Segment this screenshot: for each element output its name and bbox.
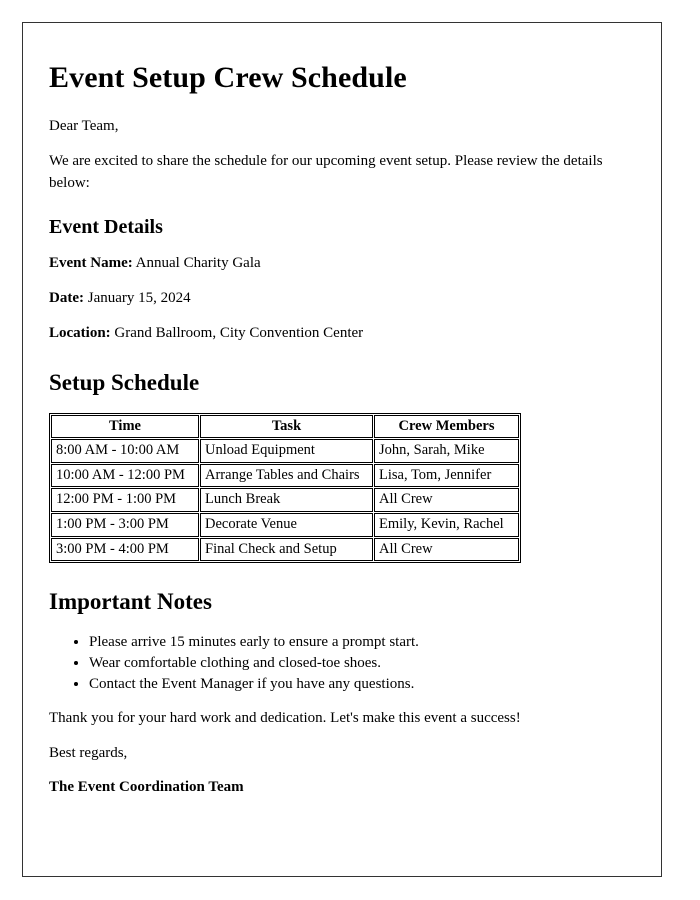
section-heading-setup-schedule: Setup Schedule [49, 370, 200, 396]
detail-label: Date: [49, 290, 84, 307]
detail-date: Date: January 15, 2024 [49, 288, 635, 309]
column-header-task: Task [200, 414, 373, 439]
cell-task: Decorate Venue [200, 512, 373, 537]
cell-crew: All Crew [374, 488, 519, 512]
column-header-crew-members: Crew Members [374, 414, 519, 439]
table-header-row: Time Task Crew Members [51, 414, 519, 439]
cell-task: Final Check and Setup [200, 537, 373, 562]
detail-event-name: Event Name: Annual Charity Gala [49, 253, 635, 274]
table-row: 8:00 AM - 10:00 AM Unload Equipment John… [51, 439, 519, 463]
document-page: Event Setup Crew Schedule Dear Team, We … [22, 22, 662, 877]
detail-value: Annual Charity Gala [135, 255, 261, 272]
important-notes-list: Please arrive 15 minutes early to ensure… [49, 632, 635, 696]
document-content: Event Setup Crew Schedule Dear Team, We … [23, 23, 661, 796]
cell-crew: John, Sarah, Mike [374, 439, 519, 463]
cell-crew: Emily, Kevin, Rachel [374, 512, 519, 537]
table-row: 1:00 PM - 3:00 PM Decorate Venue Emily, … [51, 512, 519, 537]
cell-time: 1:00 PM - 3:00 PM [51, 512, 199, 537]
list-item: Contact the Event Manager if you have an… [89, 674, 635, 695]
table-row: 12:00 PM - 1:00 PM Lunch Break All Crew [51, 488, 519, 512]
section-heading-important-notes: Important Notes [49, 589, 212, 615]
table-head: Time Task Crew Members [51, 414, 519, 439]
schedule-table: Time Task Crew Members 8:00 AM - 10:00 A… [49, 412, 521, 564]
cell-task: Unload Equipment [200, 439, 373, 463]
table-row: 10:00 AM - 12:00 PM Arrange Tables and C… [51, 463, 519, 488]
closing-thanks: Thank you for your hard work and dedicat… [49, 710, 521, 727]
cell-time: 3:00 PM - 4:00 PM [51, 537, 199, 562]
cell-time: 12:00 PM - 1:00 PM [51, 488, 199, 512]
cell-task: Lunch Break [200, 488, 373, 512]
cell-crew: All Crew [374, 537, 519, 562]
detail-label: Event Name: [49, 255, 133, 272]
section-heading-event-details: Event Details [49, 216, 163, 239]
cell-time: 8:00 AM - 10:00 AM [51, 439, 199, 463]
column-header-time: Time [51, 414, 199, 439]
greeting-text: Dear Team, [49, 118, 119, 134]
table-row: 3:00 PM - 4:00 PM Final Check and Setup … [51, 537, 519, 562]
detail-label: Location: [49, 325, 111, 342]
page-title: Event Setup Crew Schedule [49, 61, 407, 94]
list-item: Please arrive 15 minutes early to ensure… [89, 632, 635, 653]
detail-value: Grand Ballroom, City Convention Center [114, 325, 364, 342]
table-body: 8:00 AM - 10:00 AM Unload Equipment John… [51, 439, 519, 562]
cell-task: Arrange Tables and Chairs [200, 463, 373, 488]
detail-value: January 15, 2024 [87, 290, 191, 307]
cell-crew: Lisa, Tom, Jennifer [374, 463, 519, 488]
cell-time: 10:00 AM - 12:00 PM [51, 463, 199, 488]
closing-regards: Best regards, [49, 745, 128, 762]
intro-paragraph: We are excited to share the schedule for… [49, 152, 603, 191]
detail-location: Location: Grand Ballroom, City Conventio… [49, 323, 635, 344]
closing-signature: The Event Coordination Team [49, 778, 244, 795]
list-item: Wear comfortable clothing and closed-toe… [89, 653, 635, 674]
